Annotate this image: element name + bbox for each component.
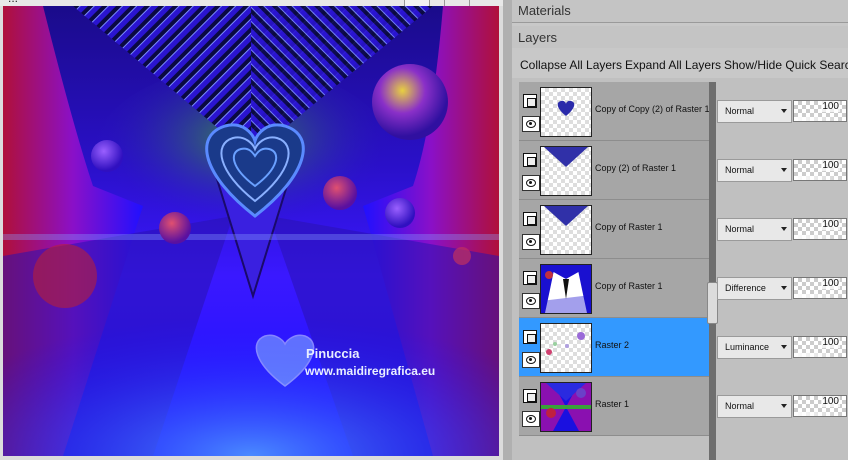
opacity-slider[interactable]: 100 (793, 395, 847, 417)
layers-label: Layers (518, 30, 558, 45)
watermark-url: www.maidiregrafica.eu (304, 364, 435, 378)
image-window-title: ... (8, 0, 18, 5)
visibility-eye-icon[interactable] (522, 293, 540, 309)
layer-list-splitter[interactable] (707, 82, 718, 460)
blend-mode-dropdown[interactable]: Difference (717, 277, 792, 300)
layer-row[interactable]: Copy (2) of Raster 1 (519, 141, 709, 200)
blend-mode-dropdown[interactable]: Normal (717, 395, 792, 418)
layer-name: Copy of Copy (2) of Raster 1 (595, 104, 710, 114)
layer-group-icon[interactable] (523, 94, 537, 108)
layer-list: Copy of Copy (2) of Raster 1 Copy (2) of … (519, 82, 710, 436)
layers-palette-header[interactable]: Layers (512, 26, 848, 48)
materials-label: Materials (518, 3, 571, 18)
chevron-down-icon (781, 227, 787, 231)
collapse-all-layers-button[interactable]: Collapse All Layers (520, 58, 622, 72)
layer-row[interactable]: Raster 1 (519, 377, 709, 436)
layer-thumbnail (540, 205, 592, 255)
image-window: ... (0, 0, 503, 460)
expand-all-layers-button[interactable]: Expand All Layers (625, 58, 721, 72)
blend-mode-dropdown[interactable]: Normal (717, 100, 792, 123)
layer-thumbnail (540, 323, 592, 373)
visibility-eye-icon[interactable] (522, 411, 540, 427)
opacity-slider[interactable]: 100 (793, 336, 847, 358)
layer-thumbnail (540, 264, 592, 314)
layers-toolbar: Collapse All Layers Expand All Layers Sh… (512, 52, 848, 78)
layer-group-icon[interactable] (523, 389, 537, 403)
opacity-value: 100 (821, 219, 840, 230)
opacity-value: 100 (821, 160, 840, 171)
pane-divider[interactable] (503, 0, 512, 460)
layer-group-icon[interactable] (523, 271, 537, 285)
layers-panel: Copy of Copy (2) of Raster 1 Copy (2) of … (512, 78, 848, 460)
blend-mode-value: Normal (725, 165, 755, 175)
opacity-slider[interactable]: 100 (793, 159, 847, 181)
visibility-eye-icon[interactable] (522, 116, 540, 132)
layer-thumbnail (540, 87, 592, 137)
chevron-down-icon (781, 404, 787, 408)
layer-row[interactable]: Copy of Raster 1 (519, 259, 709, 318)
artwork: Pinuccia www.maidiregrafica.eu (3, 6, 499, 456)
opacity-bar (794, 353, 846, 357)
layer-thumbnail (540, 146, 592, 196)
blend-mode-dropdown[interactable]: Normal (717, 218, 792, 241)
blend-mode-dropdown[interactable]: Luminance (717, 336, 792, 359)
opacity-slider[interactable]: 100 (793, 100, 847, 122)
chevron-down-icon (781, 286, 787, 290)
opacity-bar (794, 117, 846, 121)
blend-mode-dropdown[interactable]: Normal (717, 159, 792, 182)
show-hide-quick-search-button[interactable]: Show/Hide Quick Search (724, 58, 848, 72)
opacity-slider[interactable]: 100 (793, 218, 847, 240)
layer-name: Raster 1 (595, 399, 630, 409)
blend-mode-value: Normal (725, 401, 755, 411)
image-canvas[interactable]: Pinuccia www.maidiregrafica.eu (3, 6, 499, 456)
opacity-slider[interactable]: 100 (793, 277, 847, 299)
blend-mode-value: Normal (725, 106, 755, 116)
layer-name: Raster 2 (595, 340, 630, 350)
layer-name: Copy (2) of Raster 1 (595, 163, 677, 173)
opacity-value: 100 (821, 278, 840, 289)
layer-group-icon[interactable] (523, 153, 537, 167)
blend-mode-value: Normal (725, 224, 755, 234)
opacity-bar (794, 235, 846, 239)
chevron-down-icon (781, 109, 787, 113)
blend-mode-value: Luminance (725, 342, 770, 352)
opacity-bar (794, 412, 846, 416)
opacity-value: 100 (821, 337, 840, 348)
layer-name: Copy of Raster 1 (595, 222, 663, 232)
watermark-name: Pinuccia (306, 346, 360, 361)
chevron-down-icon (781, 345, 787, 349)
layer-row[interactable]: Copy of Copy (2) of Raster 1 (519, 82, 710, 141)
visibility-eye-icon[interactable] (522, 175, 540, 191)
layer-name: Copy of Raster 1 (595, 281, 663, 291)
opacity-value: 100 (821, 101, 840, 112)
opacity-value: 100 (821, 396, 840, 407)
materials-palette-header[interactable]: Materials (512, 0, 848, 23)
chevron-down-icon (781, 168, 787, 172)
visibility-eye-icon[interactable] (522, 352, 540, 368)
layer-thumbnail (540, 382, 592, 432)
opacity-bar (794, 294, 846, 298)
opacity-bar (794, 176, 846, 180)
layer-group-icon[interactable] (523, 212, 537, 226)
layer-row[interactable]: Copy of Raster 1 (519, 200, 709, 259)
layer-group-icon[interactable] (523, 330, 537, 344)
blend-mode-value: Difference (725, 283, 766, 293)
layer-row[interactable]: Raster 2 (519, 318, 709, 377)
visibility-eye-icon[interactable] (522, 234, 540, 250)
